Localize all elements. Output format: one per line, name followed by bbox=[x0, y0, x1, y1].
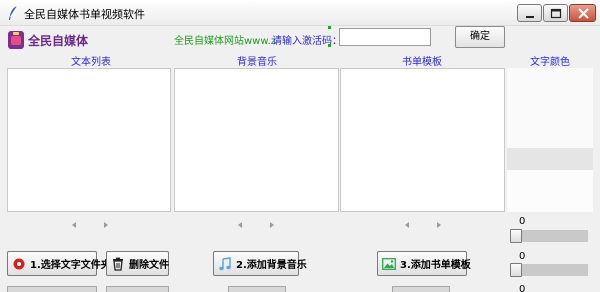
scroll-left-arrow-icon[interactable] bbox=[238, 222, 242, 228]
next-row-button-partial[interactable] bbox=[106, 286, 169, 292]
bg-music-header: 背景音乐 bbox=[237, 57, 277, 68]
next-row-button-partial[interactable] bbox=[228, 286, 286, 292]
maximize-button[interactable] bbox=[543, 4, 568, 22]
scroll-right-arrow-icon[interactable] bbox=[104, 222, 108, 228]
media-logo-icon bbox=[8, 31, 24, 49]
slider-value: 0 bbox=[519, 251, 526, 262]
maximize-icon bbox=[550, 8, 562, 19]
close-icon bbox=[578, 8, 589, 19]
scroll-right-arrow-icon[interactable] bbox=[437, 222, 441, 228]
text-list-header: 文本列表 bbox=[71, 57, 111, 68]
scroll-left-arrow-icon[interactable] bbox=[72, 222, 76, 228]
confirm-button[interactable]: 确定 bbox=[455, 26, 505, 48]
music-note-icon bbox=[219, 256, 231, 270]
activation-code-input[interactable] bbox=[339, 28, 431, 46]
trash-icon bbox=[113, 257, 123, 271]
add-bg-music-button[interactable]: 2.添加背景音乐 bbox=[213, 251, 307, 276]
logo: 全民自媒体 bbox=[8, 30, 88, 50]
green-mark bbox=[328, 26, 331, 29]
minimize-button[interactable] bbox=[517, 4, 542, 22]
minimize-icon bbox=[526, 16, 534, 18]
text-color-swatch-mid[interactable] bbox=[507, 148, 593, 170]
green-mark bbox=[328, 44, 331, 47]
add-book-template-button[interactable]: 3.添加书单模板 bbox=[377, 251, 471, 276]
select-text-folder-button[interactable]: 1.选择文字文件夹 bbox=[7, 251, 111, 276]
add-book-template-label: 3.添加书单模板 bbox=[400, 260, 471, 271]
slider-value: 0 bbox=[519, 284, 526, 292]
site-text: 全民自媒体网站www.z bbox=[174, 36, 277, 47]
image-icon bbox=[382, 257, 396, 270]
book-template-header: 书单模板 bbox=[402, 57, 442, 68]
add-bg-music-label: 2.添加背景音乐 bbox=[236, 260, 307, 271]
next-row-button-partial[interactable] bbox=[7, 286, 97, 292]
text-color-swatch-bottom[interactable] bbox=[507, 170, 593, 212]
book-template-list[interactable] bbox=[340, 68, 505, 212]
red-record-icon bbox=[13, 258, 25, 269]
slider-thumb[interactable] bbox=[510, 229, 522, 243]
window-title: 全民自媒体书单视频软件 bbox=[24, 8, 145, 21]
next-row-button-partial[interactable] bbox=[392, 286, 450, 292]
select-text-folder-label: 1.选择文字文件夹 bbox=[30, 260, 111, 271]
text-color-swatch-top[interactable] bbox=[507, 68, 593, 148]
scroll-right-arrow-icon[interactable] bbox=[270, 222, 274, 228]
title-bar: 全民自媒体书单视频软件 bbox=[0, 0, 600, 26]
bg-music-list[interactable] bbox=[174, 68, 339, 212]
delete-file-label: 删除文件 bbox=[129, 260, 169, 271]
close-button[interactable] bbox=[569, 4, 596, 22]
logo-text: 全民自媒体 bbox=[28, 33, 89, 48]
delete-file-button[interactable]: 删除文件 bbox=[106, 251, 169, 276]
feather-app-icon bbox=[9, 5, 18, 20]
slider-value: 0 bbox=[519, 216, 526, 227]
text-file-list[interactable] bbox=[7, 68, 171, 212]
text-color-header: 文字颜色 bbox=[530, 57, 570, 68]
slider-thumb[interactable] bbox=[510, 263, 522, 277]
scroll-left-arrow-icon[interactable] bbox=[405, 222, 409, 228]
activation-prompt: 请输入激活码： bbox=[272, 36, 342, 47]
